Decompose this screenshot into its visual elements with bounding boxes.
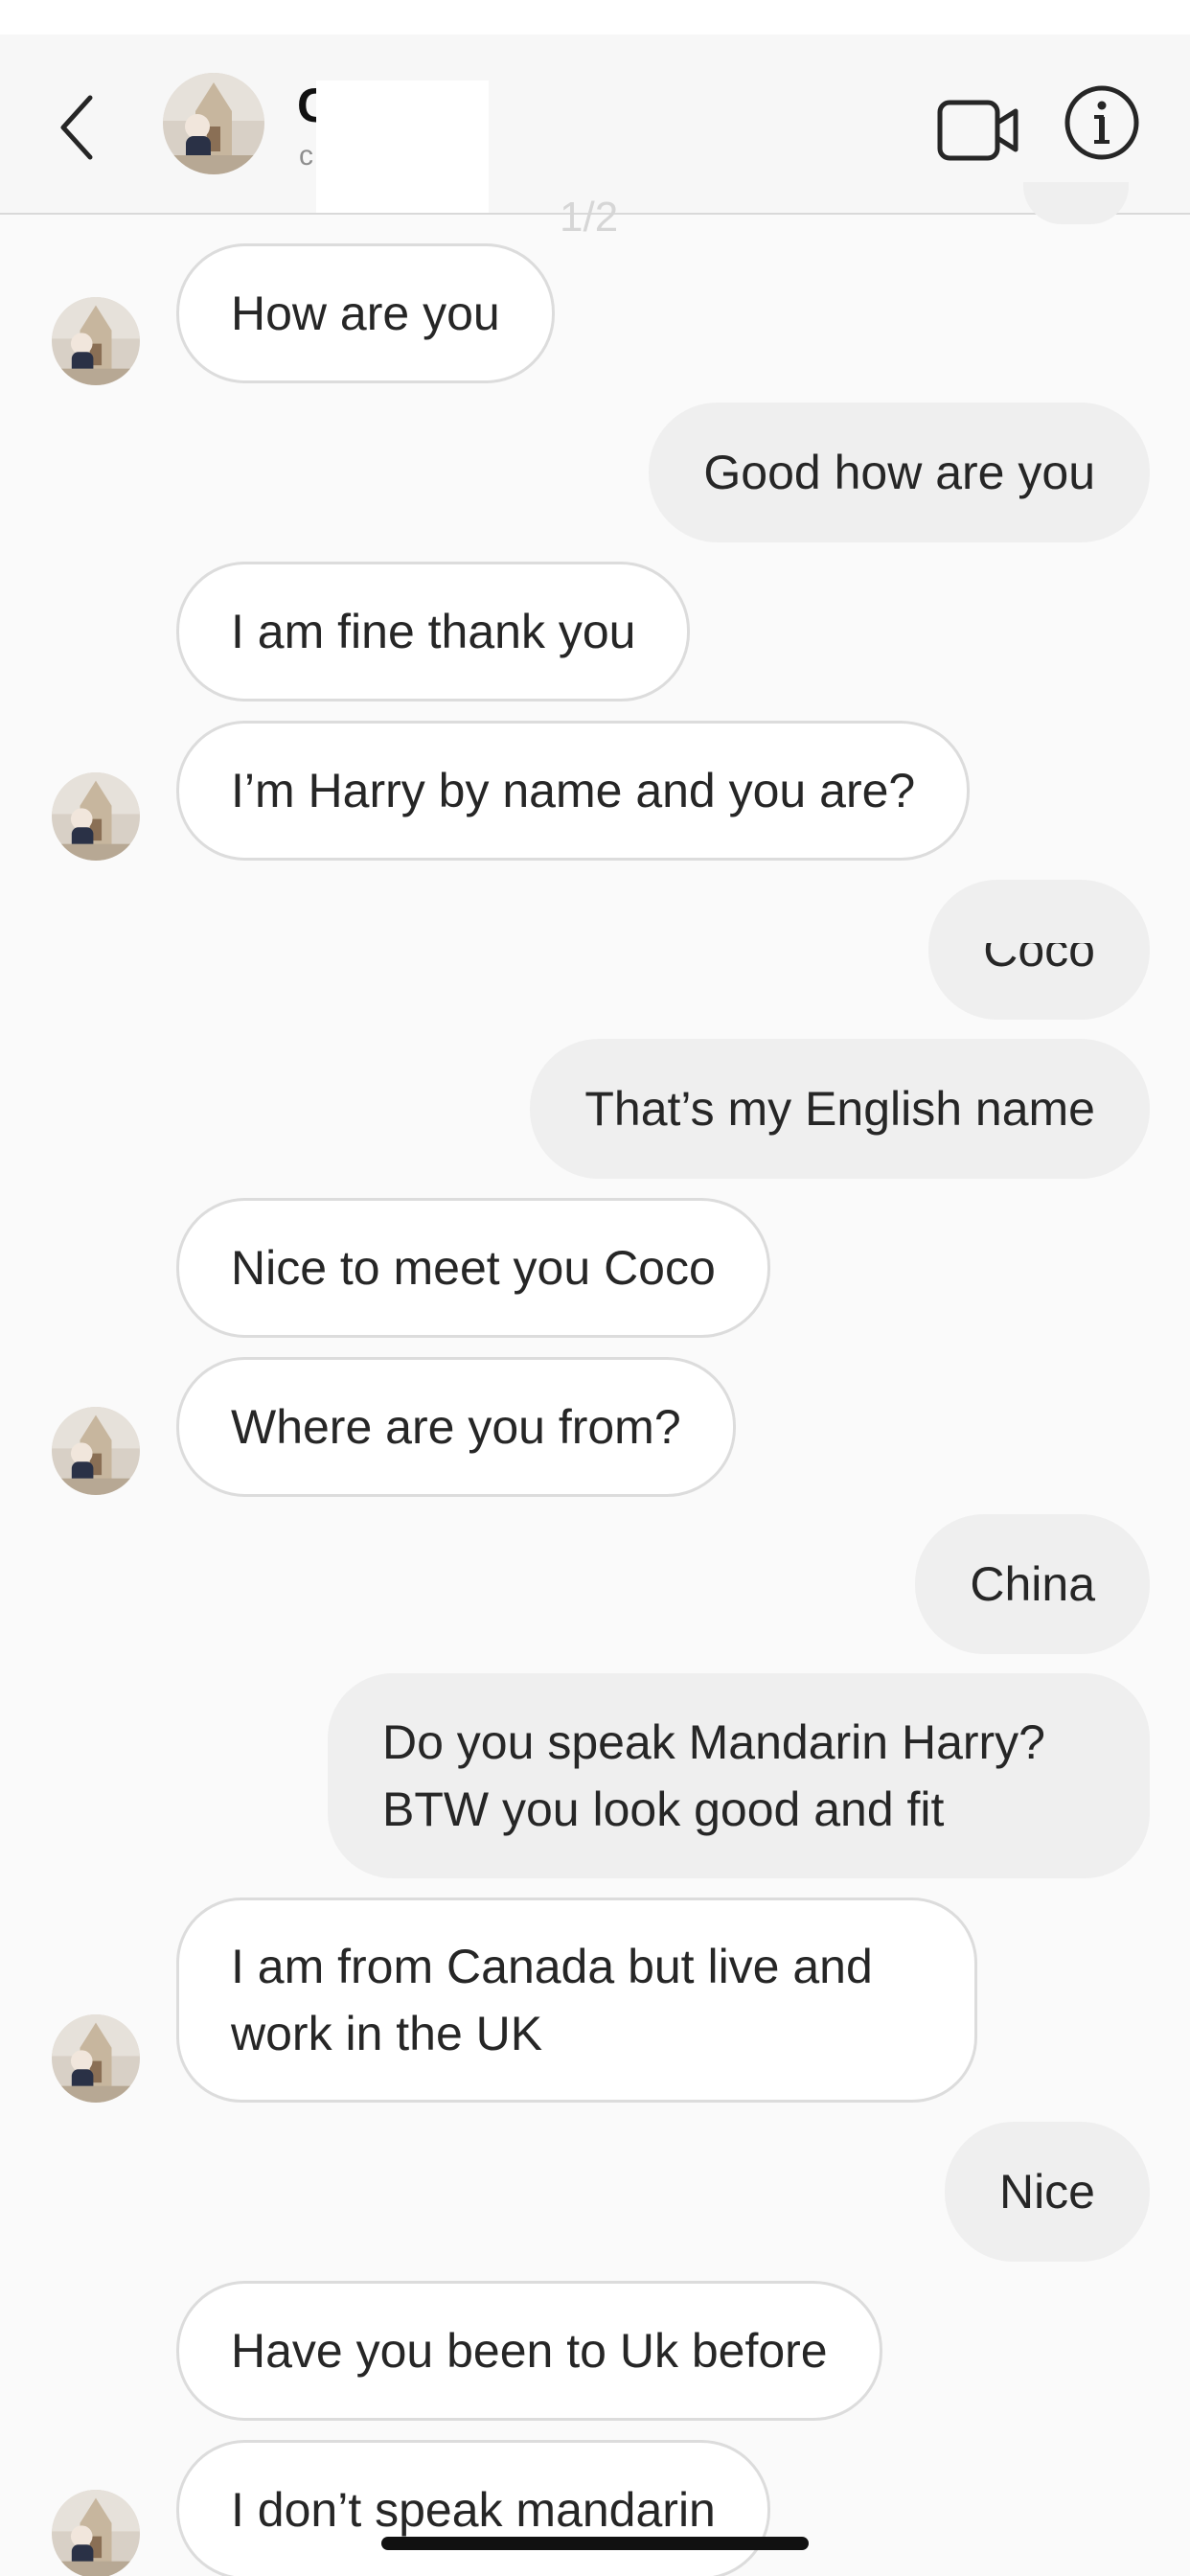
sender-avatar <box>52 2490 140 2576</box>
message-received[interactable]: Where are you from? <box>176 1357 736 1497</box>
message-sent[interactable]: Good how are you <box>649 402 1150 542</box>
sender-avatar <box>52 1407 140 1495</box>
chevron-left-icon <box>60 95 93 160</box>
message-received[interactable]: I don’t speak mandarin <box>176 2440 770 2576</box>
message-received[interactable]: Have you been to Uk before <box>176 2281 882 2421</box>
sender-avatar <box>52 2014 140 2103</box>
page-counter-watermark: 1/2 <box>560 194 619 241</box>
redaction-block <box>968 922 1111 943</box>
back-button[interactable] <box>46 92 107 163</box>
message-sent[interactable]: Coco <box>928 880 1150 1020</box>
redaction-block <box>316 80 489 213</box>
sender-avatar <box>52 297 140 385</box>
home-indicator[interactable] <box>381 2537 809 2550</box>
chat-header: C c ; 3 <box>0 34 1190 215</box>
message-received[interactable]: I am from Canada but live and work in th… <box>176 1898 977 2103</box>
message-received[interactable]: Nice to meet you Coco <box>176 1198 770 1338</box>
partial-message-bubble <box>1023 182 1129 224</box>
info-icon <box>1064 85 1139 160</box>
message-received[interactable]: I’m Harry by name and you are? <box>176 721 971 861</box>
sender-avatar <box>52 772 140 861</box>
message-received[interactable]: How are you <box>176 243 555 383</box>
message-sent[interactable]: Do you speak Mandarin Harry? BTW you loo… <box>328 1673 1150 1878</box>
video-camera-icon <box>937 100 1018 161</box>
contact-avatar[interactable] <box>163 73 264 174</box>
message-received[interactable]: I am fine thank you <box>176 562 691 702</box>
message-sent[interactable]: That’s my English name <box>530 1039 1150 1179</box>
video-call-button[interactable] <box>937 92 1019 169</box>
message-sent[interactable]: Nice <box>944 2122 1150 2262</box>
status-bar <box>0 0 1190 34</box>
chat-screen: C c ; 3 1/2 How are you Good how are you <box>0 0 1190 2576</box>
message-sent[interactable]: China <box>915 1514 1150 1654</box>
info-button[interactable] <box>1064 84 1140 161</box>
